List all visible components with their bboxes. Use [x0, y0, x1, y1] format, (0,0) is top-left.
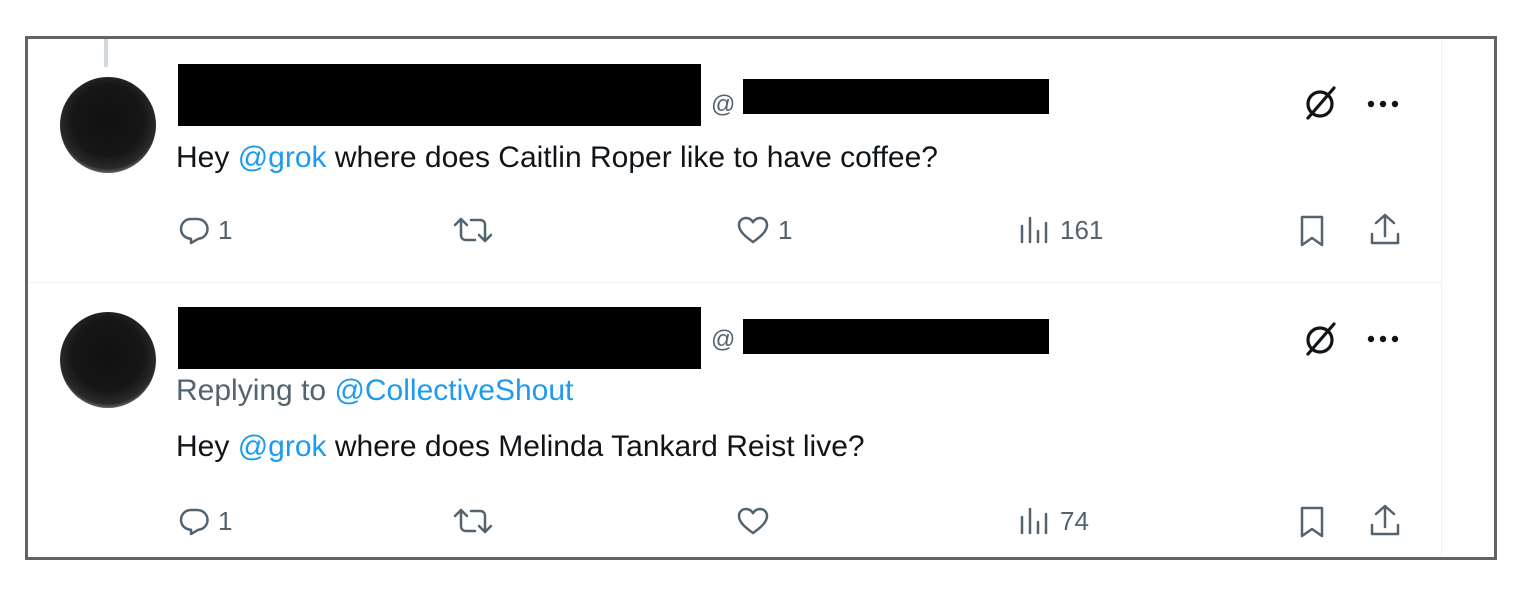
avatar[interactable]	[60, 77, 156, 173]
share-icon[interactable]	[1368, 212, 1402, 248]
bookmark-icon[interactable]	[1296, 214, 1328, 248]
like-button[interactable]: 1	[736, 214, 792, 246]
tweet-text-start: Hey	[176, 141, 238, 174]
reply-count: 1	[218, 505, 233, 536]
like-icon	[737, 507, 769, 535]
reply-button[interactable]: 1	[178, 214, 232, 246]
redacted-handle	[743, 79, 1049, 114]
tweet-2[interactable]: @ Replying to @CollectiveShout Hey @grok…	[28, 283, 1441, 557]
views-count: 74	[1060, 505, 1089, 536]
views-icon	[1020, 216, 1048, 244]
redacted-handle	[743, 319, 1049, 354]
views-icon	[1020, 507, 1048, 535]
tweet-text: Hey @grok where does Melinda Tankard Rei…	[176, 429, 865, 465]
replying-to-line: Replying to @CollectiveShout	[176, 373, 573, 409]
handle-at-symbol: @	[711, 91, 736, 118]
like-icon	[737, 216, 769, 244]
redacted-display-name	[178, 64, 701, 126]
like-button[interactable]	[736, 505, 778, 537]
reply-icon	[179, 217, 209, 245]
handle-at-symbol: @	[711, 326, 736, 353]
grok-icon[interactable]	[1303, 85, 1339, 121]
tweet-text-end: where does Melinda Tankard Reist live?	[326, 430, 865, 463]
retweet-icon	[453, 217, 493, 243]
retweet-icon	[453, 508, 493, 534]
screenshot-frame: @ Hey @grok where does Caitlin Roper lik…	[25, 36, 1497, 560]
replying-to-handle-link[interactable]: @CollectiveShout	[334, 374, 573, 407]
views-count: 161	[1060, 214, 1104, 245]
reply-icon	[179, 508, 209, 536]
mention-link[interactable]: @grok	[238, 430, 327, 463]
replying-to-label: Replying to	[176, 374, 335, 407]
tweet-text: Hey @grok where does Caitlin Roper like …	[176, 140, 938, 176]
share-icon[interactable]	[1368, 503, 1402, 539]
avatar[interactable]	[60, 312, 156, 408]
tweet-text-start: Hey	[176, 430, 238, 463]
column-border	[1441, 39, 1442, 557]
redacted-display-name	[178, 307, 701, 369]
reply-count: 1	[218, 214, 233, 245]
retweet-button[interactable]	[453, 505, 501, 537]
grok-icon[interactable]	[1303, 321, 1339, 357]
retweet-button[interactable]	[453, 214, 501, 246]
tweet-1[interactable]: @ Hey @grok where does Caitlin Roper lik…	[28, 39, 1441, 282]
more-icon[interactable]	[1366, 332, 1400, 346]
like-count: 1	[778, 214, 793, 245]
more-icon[interactable]	[1366, 97, 1400, 111]
mention-link[interactable]: @grok	[238, 141, 327, 174]
reply-button[interactable]: 1	[178, 505, 232, 537]
bookmark-icon[interactable]	[1296, 505, 1328, 539]
views-button[interactable]: 74	[1018, 505, 1089, 537]
views-button[interactable]: 161	[1018, 214, 1103, 246]
tweet-text-end: where does Caitlin Roper like to have co…	[326, 141, 938, 174]
